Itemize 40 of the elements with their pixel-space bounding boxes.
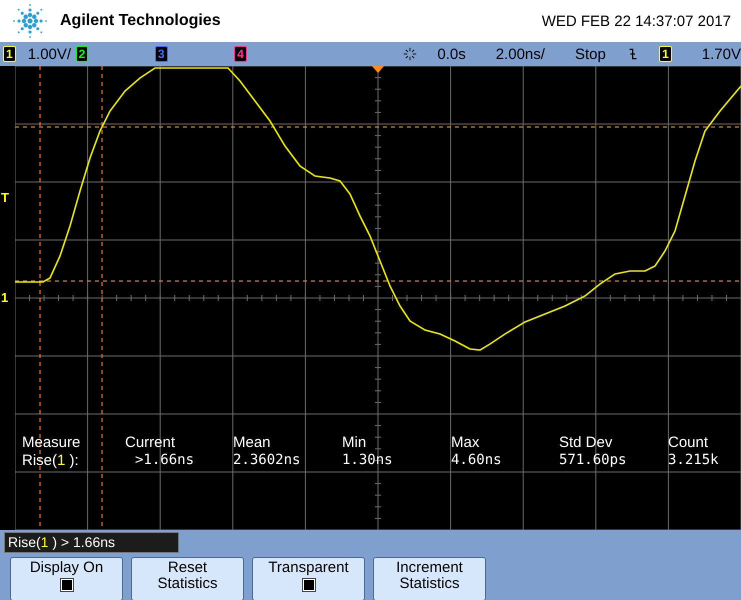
measurement-value: 2.3602ns (233, 452, 302, 469)
measurement-header: Mean (233, 434, 272, 451)
marker-label: T (1, 190, 9, 205)
measurement-header: Std Dev (559, 434, 614, 451)
cursor-line[interactable] (15, 280, 741, 282)
softkey-button[interactable]: Transparent (252, 557, 365, 600)
channel-badge[interactable]: 2 (76, 46, 88, 62)
checkbox[interactable] (60, 578, 74, 592)
channel-badge[interactable]: 1 (659, 46, 672, 62)
starburst-logo-icon (10, 1, 50, 41)
brand-name: Agilent Technologies (60, 12, 221, 30)
falling-edge-icon (628, 46, 638, 62)
measurement-value: 1.30ns (342, 452, 394, 469)
measurement-name: Rise(1 ): (22, 452, 80, 469)
measurement-header: Current (125, 434, 176, 451)
trigger-level: 1.70V (702, 46, 741, 62)
delay-value: 0.0s (437, 46, 466, 62)
softkey-button[interactable]: Display On (10, 557, 123, 600)
channel-badge[interactable]: 1 (3, 46, 16, 62)
softkey-button[interactable]: Increment Statistics (373, 557, 486, 600)
run-state: Stop (574, 46, 606, 62)
result-bar: Rise(1 ) > 1.66ns (4, 532, 179, 553)
cursor-line[interactable] (15, 126, 741, 128)
measurement-value: 3.215k (668, 452, 720, 469)
timebase-value: 2.00ns/ (496, 46, 545, 62)
measurement-value: 4.60ns (451, 452, 503, 469)
checkbox[interactable] (302, 578, 316, 592)
measurement-header: Min (342, 434, 368, 451)
measurement-header: Count (668, 434, 710, 451)
measurement-value: >1.66ns (134, 452, 196, 469)
measurement-header: Measure (22, 434, 82, 451)
channel-scale: 1.00V/ (28, 46, 72, 62)
softkey-button[interactable]: Reset Statistics (131, 557, 244, 600)
measurement-header: Max (451, 434, 480, 451)
marker-label: 1 (1, 290, 8, 305)
date-time: WED FEB 22 14:37:07 2017 (542, 12, 731, 30)
channel-badge[interactable]: 4 (234, 46, 247, 62)
channel-badge[interactable]: 3 (154, 46, 168, 62)
measurement-value: 571.60ps (559, 452, 628, 469)
sparkle-icon (403, 45, 418, 63)
